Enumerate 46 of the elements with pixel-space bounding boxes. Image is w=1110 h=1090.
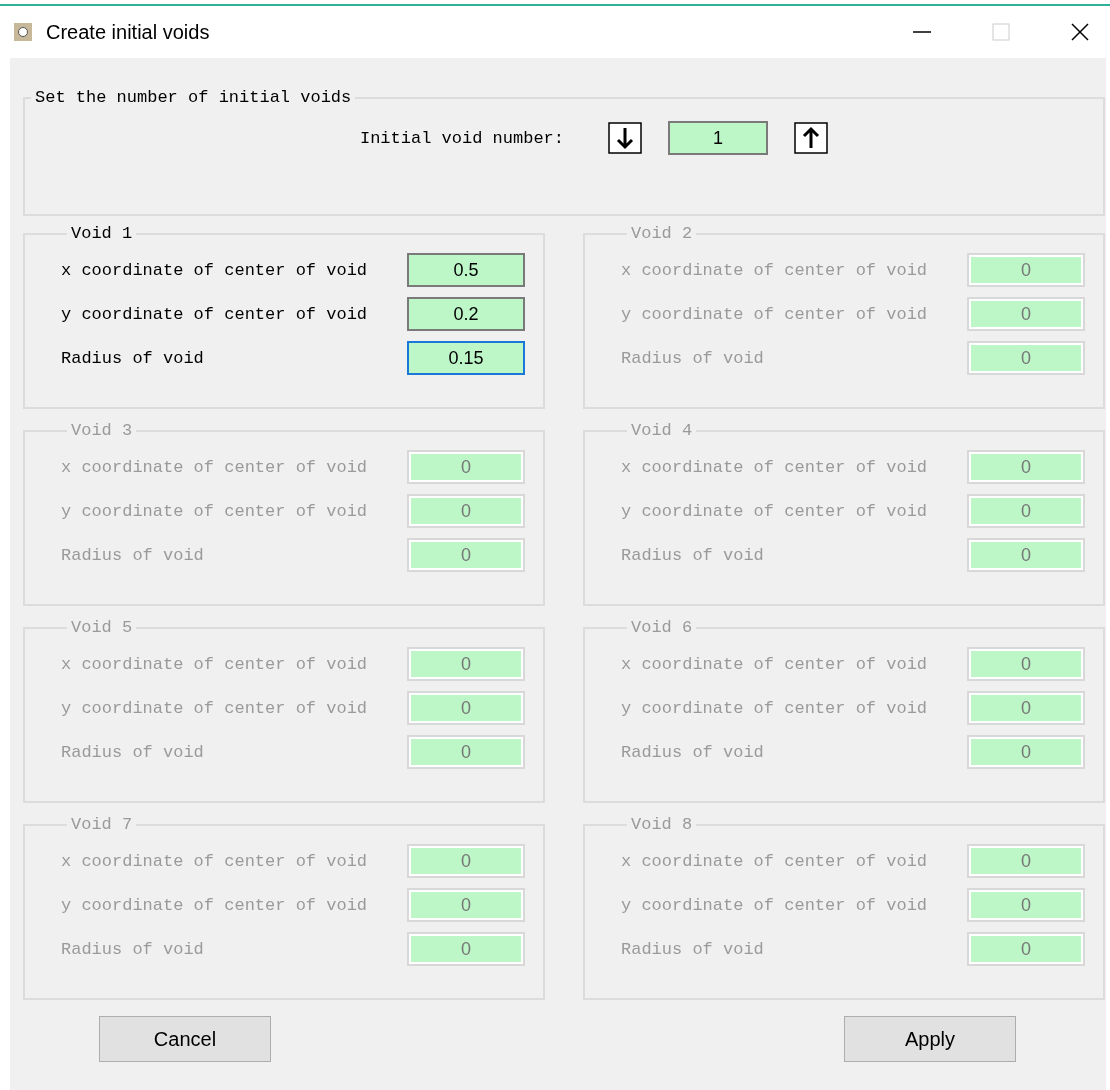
field-label: y coordinate of center of void: [621, 304, 928, 324]
input-field[interactable]: 0.2: [407, 297, 525, 331]
field-label: x coordinate of center of void: [61, 457, 368, 477]
group-title: Void 4: [630, 421, 694, 440]
group-title: Void 7: [70, 815, 134, 834]
group-title: Void 2: [630, 224, 694, 243]
field-label: Radius of void: [61, 939, 204, 959]
field-label: x coordinate of center of void: [621, 457, 928, 477]
field-label: y coordinate of center of void: [61, 304, 368, 324]
field-label: x coordinate of center of void: [61, 654, 368, 674]
group-title: Void 1: [70, 224, 134, 243]
field-label: y coordinate of center of void: [61, 698, 368, 718]
field-label: x coordinate of center of void: [61, 260, 368, 280]
field-label: y coordinate of center of void: [621, 501, 928, 521]
field-label: Radius of void: [621, 939, 764, 959]
close-icon[interactable]: [1070, 22, 1090, 42]
field-label: Radius of void: [61, 742, 204, 762]
group-title: Void 8: [630, 815, 694, 834]
group-title: Void 3: [70, 421, 134, 440]
field-label: x coordinate of center of void: [621, 851, 928, 871]
input-field[interactable]: 0.5: [407, 253, 525, 287]
down-arrow-button[interactable]: [608, 122, 642, 154]
field-label: Radius of void: [621, 545, 764, 565]
input-field[interactable]: 0.15: [407, 341, 525, 375]
field-label: y coordinate of center of void: [621, 698, 928, 718]
field-label: Radius of void: [621, 742, 764, 762]
field-label: x coordinate of center of void: [621, 260, 928, 280]
app-icon: [14, 23, 32, 41]
count-field[interactable]: 1: [668, 121, 768, 155]
field-label: y coordinate of center of void: [61, 501, 368, 521]
field-label: Radius of void: [61, 348, 204, 368]
field-label: y coordinate of center of void: [61, 895, 368, 915]
up-arrow-button[interactable]: [794, 122, 828, 154]
field-label: x coordinate of center of void: [621, 654, 928, 674]
field-label: Radius of void: [621, 348, 764, 368]
window-title: Create initial voids: [46, 20, 210, 44]
field-label: x coordinate of center of void: [61, 851, 368, 871]
field-label: Radius of void: [61, 545, 204, 565]
group-title: Set the number of initial voids: [34, 88, 353, 107]
field-label: Initial void number:: [359, 128, 564, 148]
dialog-button[interactable]: Cancel: [99, 1016, 271, 1062]
field-label: y coordinate of center of void: [621, 895, 928, 915]
maximize-icon: [992, 23, 1010, 41]
dialog-button[interactable]: Apply: [844, 1016, 1016, 1062]
group-title: Void 6: [630, 618, 694, 637]
group-title: Void 5: [70, 618, 134, 637]
